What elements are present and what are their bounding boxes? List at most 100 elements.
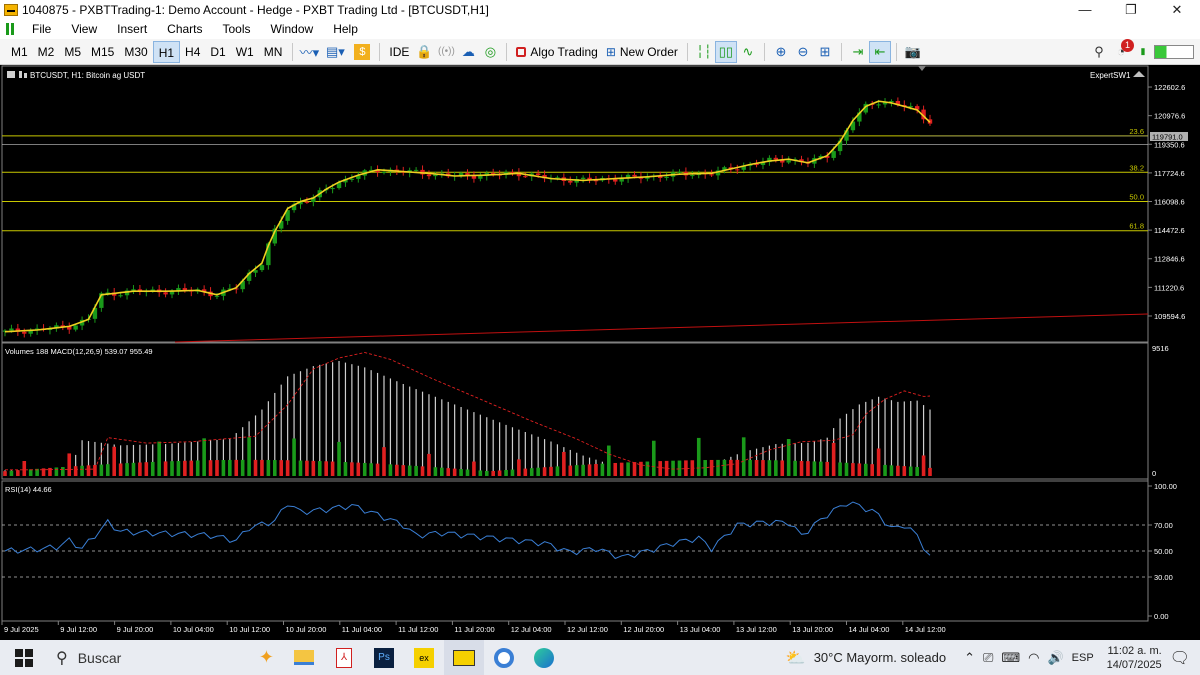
- timeframe-m1[interactable]: M1: [6, 41, 33, 63]
- main-pane-border: [1, 65, 1149, 343]
- dollar-icon[interactable]: $: [354, 43, 371, 60]
- zoom-in-icon[interactable]: ⊕: [770, 41, 792, 63]
- timeframe-m15[interactable]: M15: [86, 41, 119, 63]
- ide-button[interactable]: IDE: [385, 41, 413, 63]
- menu-charts[interactable]: Charts: [157, 22, 212, 36]
- menu-insert[interactable]: Insert: [107, 22, 157, 36]
- volume-bar: [908, 466, 913, 476]
- volume-bar: [529, 468, 534, 476]
- candle-body: [349, 178, 355, 180]
- menu-help[interactable]: Help: [323, 22, 368, 36]
- volume-bar: [272, 460, 277, 476]
- windows-start-button[interactable]: [4, 640, 44, 675]
- rsi-tick-label: 0.00: [1154, 612, 1169, 621]
- volume-bar: [388, 464, 393, 476]
- close-button[interactable]: ✕: [1154, 0, 1200, 19]
- screenshot-icon[interactable]: 📷: [902, 41, 924, 63]
- timeframe-mn[interactable]: MN: [259, 41, 288, 63]
- menu-tools[interactable]: Tools: [213, 22, 261, 36]
- volume-bar: [806, 461, 810, 476]
- timeframe-m30[interactable]: M30: [119, 41, 152, 63]
- timeframe-m2[interactable]: M2: [33, 41, 60, 63]
- cloud-icon[interactable]: ☁: [457, 41, 479, 63]
- photoshop-icon[interactable]: Ps: [364, 640, 404, 675]
- grid-icon[interactable]: ⊞: [814, 41, 836, 63]
- timeframe-w1[interactable]: W1: [231, 41, 259, 63]
- line-chart-icon[interactable]: ∿: [737, 41, 759, 63]
- app-icon: [4, 3, 18, 16]
- volume-bar: [208, 460, 213, 476]
- chart-type-icon[interactable]: 〰▾: [298, 41, 320, 63]
- chevron-up-icon[interactable]: ⌃: [964, 650, 975, 666]
- lock-icon[interactable]: 🔒: [413, 41, 435, 63]
- volume-bar: [144, 462, 149, 476]
- volume-bar: [825, 461, 830, 476]
- chart-shift-icon[interactable]: ⇤: [868, 40, 891, 63]
- candle-body: [690, 175, 695, 177]
- menu-file[interactable]: File: [22, 22, 61, 36]
- volume-bar: [150, 461, 155, 476]
- signal-strength-icon[interactable]: ▮: [1132, 41, 1154, 63]
- volume-bar: [298, 460, 303, 476]
- ime-icon[interactable]: ⌨: [1001, 650, 1020, 666]
- meet-icon[interactable]: ⎚: [983, 650, 993, 666]
- volume-bar: [632, 462, 637, 476]
- indicators-icon[interactable]: ▤▾: [320, 41, 350, 63]
- volume-bar: [260, 459, 264, 476]
- timeframe-h1[interactable]: H1: [152, 40, 181, 63]
- signal-icon[interactable]: ((•)): [435, 41, 457, 63]
- toolbar-separator: [292, 42, 294, 61]
- volume-bar: [748, 459, 752, 476]
- notification-icon[interactable]: ◔ 1: [1110, 38, 1134, 63]
- volume-bar: [761, 460, 765, 476]
- taskbar-search[interactable]: ⚲ Buscar ✦: [44, 640, 284, 675]
- candle-body: [773, 157, 779, 160]
- timeframe-h4[interactable]: H4: [180, 41, 205, 63]
- volume-bar: [671, 460, 675, 476]
- candle-body: [131, 289, 136, 291]
- volume-bar: [536, 467, 540, 476]
- volume-bar: [305, 460, 309, 476]
- volume-bar: [754, 459, 759, 476]
- restore-button[interactable]: ❐: [1108, 0, 1154, 19]
- volume-bar: [774, 460, 778, 476]
- candle-body: [786, 160, 791, 163]
- menu-view[interactable]: View: [61, 22, 107, 36]
- candlestick-icon[interactable]: ▯▯: [714, 40, 737, 63]
- chart-window[interactable]: BTCUSDT, H1: Bitcoin ag USDT ExpertSW1 1…: [0, 65, 1200, 640]
- candle-body: [677, 171, 682, 173]
- volume-bar: [510, 469, 515, 476]
- minimize-button[interactable]: —: [1062, 0, 1108, 19]
- zoom-out-icon[interactable]: ⊖: [792, 41, 814, 63]
- language-label[interactable]: ESP: [1072, 652, 1094, 664]
- new-order-button[interactable]: ⊞ New Order: [602, 41, 682, 63]
- volume-bar: [433, 467, 438, 476]
- wifi-icon[interactable]: ◠: [1028, 650, 1039, 666]
- bar-chart-icon[interactable]: ╎┆: [693, 41, 715, 63]
- volume-zero-label: 0: [1152, 469, 1156, 478]
- volume-bar: [517, 459, 521, 476]
- search-icon[interactable]: ⚲: [1088, 41, 1110, 63]
- timeframe-d1[interactable]: D1: [205, 41, 230, 63]
- file-explorer-icon[interactable]: [284, 640, 324, 675]
- autoscroll-icon[interactable]: ⇥: [847, 41, 869, 63]
- volume-icon[interactable]: 🔊: [1047, 650, 1063, 666]
- exness-icon[interactable]: ex: [404, 640, 444, 675]
- volume-bar: [696, 437, 701, 476]
- candle-body: [735, 169, 740, 171]
- edge-icon[interactable]: [524, 640, 564, 675]
- volume-bar: [497, 470, 502, 476]
- trading-app-icon[interactable]: [444, 640, 484, 675]
- timeframe-m5[interactable]: M5: [59, 41, 86, 63]
- taskbar-clock[interactable]: 11:02 a. m. 14/07/2025: [1102, 644, 1162, 672]
- chart-canvas[interactable]: BTCUSDT, H1: Bitcoin ag USDT ExpertSW1 1…: [0, 65, 1200, 640]
- algo-trading-button[interactable]: Algo Trading: [512, 41, 601, 63]
- chrome-icon[interactable]: [484, 640, 524, 675]
- volume-bar: [921, 455, 926, 476]
- menu-window[interactable]: Window: [261, 22, 324, 36]
- volume-bar: [440, 467, 444, 476]
- notifications-icon[interactable]: 🗨: [1170, 648, 1190, 668]
- pdf-icon[interactable]: ⅄: [324, 640, 364, 675]
- market-icon[interactable]: ◎: [479, 41, 501, 63]
- weather-text[interactable]: 30°C Mayorm. soleado: [814, 650, 946, 665]
